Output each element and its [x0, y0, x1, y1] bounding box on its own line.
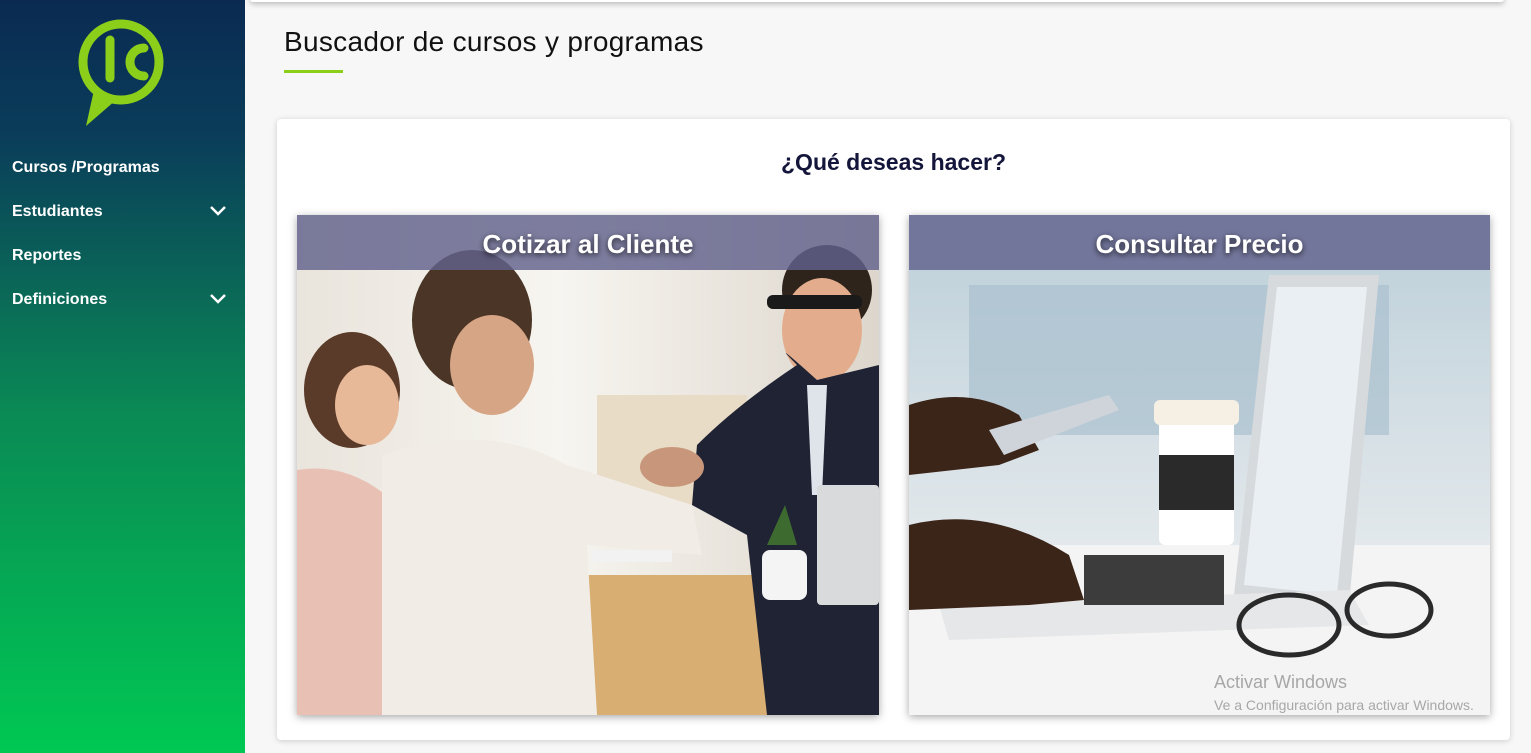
brand-logo[interactable]: [72, 14, 170, 129]
tile-consultar-precio[interactable]: Consultar Precio: [909, 215, 1490, 715]
tile-label: Consultar Precio: [1095, 229, 1304, 259]
sidebar-item-estudiantes[interactable]: Estudiantes: [0, 190, 245, 234]
chevron-down-icon[interactable]: [209, 204, 227, 218]
sidebar-nav: Cursos /Programas Estudiantes Reportes D…: [0, 146, 245, 322]
sidebar-item-label: Cursos /Programas: [12, 159, 160, 176]
watermark-subtitle: Ve a Configuración para activar Windows.: [1214, 697, 1474, 713]
sidebar-item-label: Reportes: [12, 247, 82, 264]
windows-activation-watermark: Activar Windows Ve a Configuración para …: [1214, 672, 1474, 713]
business-handshake-photo: [297, 215, 879, 715]
sidebar-item-cursos-programas[interactable]: Cursos /Programas: [0, 146, 245, 190]
card-heading: ¿Qué deseas hacer?: [781, 149, 1006, 175]
tile-label: Cotizar al Cliente: [482, 229, 694, 259]
chevron-down-icon[interactable]: [209, 292, 227, 306]
title-underline: [284, 70, 343, 73]
tile-cotizar-cliente[interactable]: Cotizar al Cliente: [297, 215, 879, 715]
action-card: ¿Qué deseas hacer? Cotizar al Cliente Co…: [277, 119, 1510, 740]
sidebar-item-label: Estudiantes: [12, 203, 103, 220]
sidebar-item-definiciones[interactable]: Definiciones: [0, 278, 245, 322]
sidebar-item-reportes[interactable]: Reportes: [0, 234, 245, 278]
watermark-title: Activar Windows: [1214, 672, 1348, 692]
top-bar: [250, 0, 1504, 2]
laptop-phone-coffee-photo: [909, 215, 1490, 715]
sidebar: Cursos /Programas Estudiantes Reportes D…: [0, 0, 245, 753]
page-title: Buscador de cursos y programas: [284, 26, 704, 57]
sidebar-item-label: Definiciones: [12, 291, 108, 308]
